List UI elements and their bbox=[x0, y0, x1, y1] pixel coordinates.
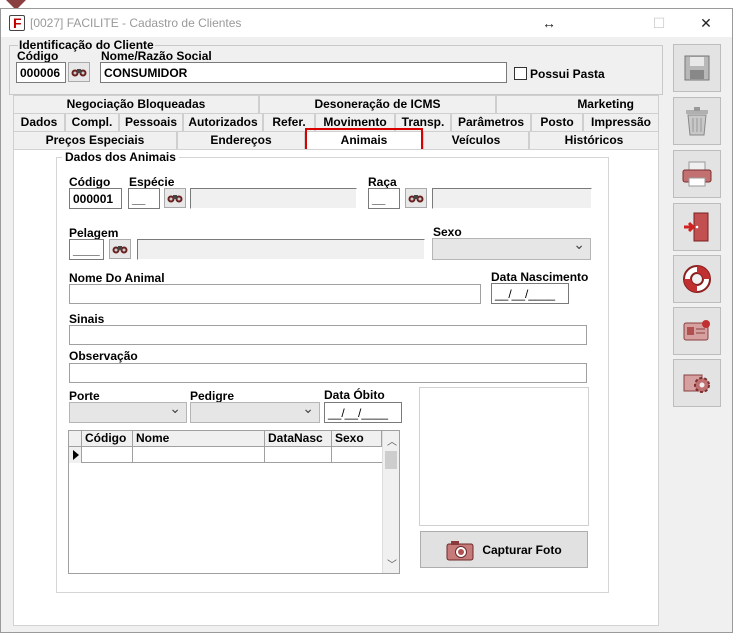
tab-dados[interactable]: Dados bbox=[13, 113, 65, 131]
client-code-label: Código bbox=[17, 49, 59, 63]
grid-column-sexo[interactable]: Sexo bbox=[332, 431, 382, 447]
print-icon bbox=[682, 161, 712, 187]
tab-precos-especiais[interactable]: Preços Especiais bbox=[13, 131, 177, 149]
death-date-input[interactable]: __/__/____ bbox=[324, 402, 402, 423]
grid-column-codigo[interactable]: Código bbox=[82, 431, 133, 447]
sexo-label: Sexo bbox=[433, 225, 462, 239]
grid-column-datanasc[interactable]: DataNasc bbox=[265, 431, 332, 447]
tab-impressao[interactable]: Impressão bbox=[583, 113, 659, 131]
binoculars-icon bbox=[167, 195, 183, 203]
sinais-input[interactable] bbox=[69, 325, 587, 345]
tab-enderecos[interactable]: Endereços bbox=[177, 131, 305, 149]
binoculars-icon bbox=[112, 246, 128, 254]
scroll-thumb[interactable] bbox=[385, 451, 397, 469]
save-button[interactable] bbox=[673, 44, 721, 92]
capture-photo-label: Capturar Foto bbox=[482, 542, 562, 557]
tab-marketing[interactable]: Marketing bbox=[496, 95, 659, 113]
especie-label: Espécie bbox=[129, 175, 175, 189]
binoculars-icon bbox=[71, 69, 87, 77]
raca-description-field bbox=[432, 188, 592, 209]
delete-button[interactable] bbox=[673, 97, 721, 145]
grid-scrollbar[interactable]: ︿ ﹀ bbox=[382, 431, 399, 573]
tab-row-1: Negociação Bloqueadas Desoneração de ICM… bbox=[13, 95, 659, 113]
resize-icon[interactable]: ↔ bbox=[534, 13, 564, 33]
death-date-label: Data Óbito bbox=[324, 388, 385, 402]
tab-historicos[interactable]: Históricos bbox=[529, 131, 659, 149]
lifebuoy-icon bbox=[683, 265, 711, 293]
sinais-label: Sinais bbox=[69, 312, 105, 326]
tab-posto[interactable]: Posto bbox=[531, 113, 583, 131]
tab-parametros[interactable]: Parâmetros bbox=[451, 113, 531, 131]
trash-icon bbox=[686, 107, 708, 136]
title-bar: [0027] FACILITE - Cadastro de Clientes ↔… bbox=[1, 9, 732, 37]
client-name-label: Nome/Razão Social bbox=[101, 49, 212, 63]
close-button[interactable]: ✕ bbox=[691, 13, 721, 33]
tab-veiculos[interactable]: Veículos bbox=[423, 131, 529, 149]
capture-photo-button[interactable]: Capturar Foto bbox=[420, 531, 588, 568]
possui-pasta-label: Possui Pasta bbox=[530, 67, 605, 81]
print-button[interactable] bbox=[673, 150, 721, 198]
birth-date-input[interactable]: __/__/____ bbox=[491, 283, 569, 304]
grid-corner bbox=[69, 431, 82, 447]
table-row[interactable] bbox=[82, 447, 382, 463]
client-name-input[interactable]: CONSUMIDOR bbox=[100, 62, 507, 83]
exit-door-icon bbox=[684, 212, 709, 242]
window-title: [0027] FACILITE - Cadastro de Clientes bbox=[30, 16, 242, 30]
camera-icon bbox=[446, 540, 474, 560]
porte-select[interactable] bbox=[69, 400, 187, 423]
client-code-input[interactable]: 000006 bbox=[16, 62, 66, 83]
row-pointer-icon bbox=[73, 450, 79, 460]
scroll-down-icon[interactable]: ﹀ bbox=[387, 556, 397, 571]
grid-row-indicator bbox=[69, 447, 82, 463]
maximize-button[interactable]: ☐ bbox=[644, 13, 674, 33]
binoculars-icon bbox=[408, 195, 424, 203]
observacao-input[interactable] bbox=[69, 363, 587, 383]
pedigre-select[interactable] bbox=[190, 400, 320, 423]
pelagem-description-field bbox=[137, 239, 425, 260]
animal-code-label: Código bbox=[69, 175, 111, 189]
especie-code-input[interactable]: __ bbox=[128, 188, 160, 209]
sexo-select[interactable] bbox=[432, 236, 591, 260]
birth-date-label: Data Nascimento bbox=[491, 270, 589, 284]
id-card-button[interactable] bbox=[673, 307, 721, 355]
help-button[interactable] bbox=[673, 255, 721, 303]
animals-group-label: Dados dos Animais bbox=[62, 150, 179, 164]
especie-search-button[interactable] bbox=[164, 188, 186, 208]
animal-code-input[interactable]: 000001 bbox=[69, 188, 122, 209]
grid-column-nome[interactable]: Nome bbox=[133, 431, 265, 447]
tab-negociacao-bloqueadas[interactable]: Negociação Bloqueadas bbox=[13, 95, 259, 113]
pelagem-search-button[interactable] bbox=[109, 239, 131, 259]
app-icon bbox=[9, 15, 25, 31]
settings-button[interactable] bbox=[673, 359, 721, 407]
pelagem-code-input[interactable]: ____ bbox=[69, 239, 104, 260]
raca-code-input[interactable]: __ bbox=[368, 188, 400, 209]
animal-name-label: Nome Do Animal bbox=[69, 271, 165, 285]
tab-desoneracao-icms[interactable]: Desoneração de ICMS bbox=[259, 95, 496, 113]
tab-pessoais[interactable]: Pessoais bbox=[119, 113, 183, 131]
tab-compl[interactable]: Compl. bbox=[65, 113, 119, 131]
pedigre-label: Pedigre bbox=[190, 389, 235, 403]
raca-search-button[interactable] bbox=[405, 188, 427, 208]
settings-gear-icon bbox=[683, 374, 710, 393]
main-window: [0027] FACILITE - Cadastro de Clientes ↔… bbox=[0, 8, 733, 633]
animals-grid[interactable]: Código Nome DataNasc Sexo ︿ ﹀ bbox=[68, 430, 400, 574]
exit-button[interactable] bbox=[673, 203, 721, 251]
pelagem-label: Pelagem bbox=[69, 226, 119, 240]
client-search-button[interactable] bbox=[68, 62, 90, 82]
scroll-up-icon[interactable]: ︿ bbox=[387, 433, 397, 448]
tab-autorizados[interactable]: Autorizados bbox=[183, 113, 263, 131]
observacao-label: Observação bbox=[69, 349, 138, 363]
possui-pasta-checkbox[interactable] bbox=[514, 67, 527, 80]
raca-label: Raça bbox=[368, 175, 397, 189]
especie-description-field bbox=[190, 188, 357, 209]
save-icon bbox=[684, 55, 710, 81]
photo-frame bbox=[419, 387, 589, 526]
active-tab-highlight bbox=[305, 128, 423, 151]
animal-name-input[interactable] bbox=[69, 284, 481, 304]
id-card-icon bbox=[683, 320, 710, 341]
porte-label: Porte bbox=[69, 389, 100, 403]
